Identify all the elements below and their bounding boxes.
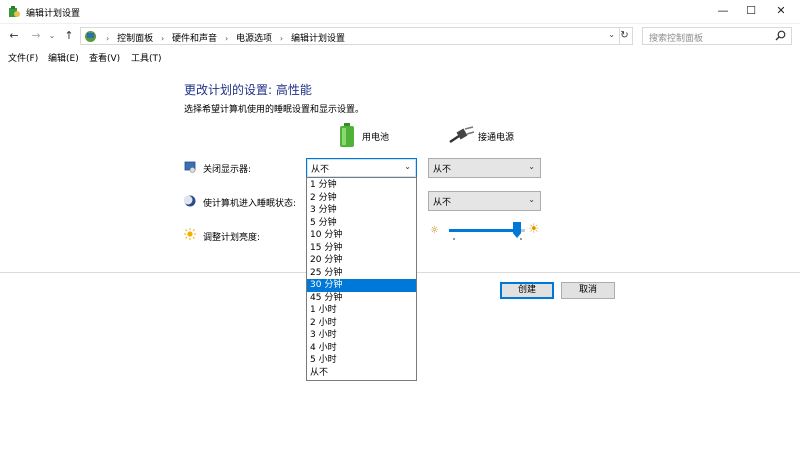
page-title: 更改计划的设置: 高性能	[184, 83, 312, 97]
create-button[interactable]: 创建	[500, 282, 554, 299]
menu-view[interactable]: 查看(V)	[89, 51, 120, 64]
control-panel-icon	[85, 31, 96, 42]
dropdown-option[interactable]: 5 小时	[307, 354, 416, 367]
chevron-right-icon[interactable]: ›	[161, 34, 164, 43]
chevron-right-icon[interactable]: ›	[225, 34, 228, 43]
dropdown-option[interactable]: 3 分钟	[307, 204, 416, 217]
selected-value: 从不	[433, 198, 452, 208]
selected-value: 从不	[433, 165, 452, 175]
window-title: 编辑计划设置	[26, 9, 81, 19]
close-button[interactable]: ✕	[766, 0, 796, 24]
dropdown-option[interactable]: 4 小时	[307, 342, 416, 355]
dropdown-option[interactable]: 30 分钟	[307, 279, 416, 292]
dropdown-option[interactable]: 1 分钟	[307, 179, 416, 192]
display-off-battery-select[interactable]: 从不 ⌄	[306, 158, 417, 178]
dropdown-option[interactable]: 15 分钟	[307, 242, 416, 255]
dropdown-option[interactable]: 2 小时	[307, 317, 416, 330]
brightness-icon	[184, 228, 196, 240]
dropdown-option[interactable]: 从不	[307, 367, 416, 380]
address-bar[interactable]: › 控制面板 › 硬件和声音 › 电源选项 › 编辑计划设置 ⌄	[80, 27, 620, 45]
address-toolbar: ← → ⌄ ↑ › 控制面板 › 硬件和声音 › 电源选项 › 编辑计划设置 ⌄…	[0, 24, 800, 48]
dropdown-option[interactable]: 1 小时	[307, 304, 416, 317]
back-button[interactable]: ←	[6, 28, 22, 44]
breadcrumb-hardware-sound[interactable]: 硬件和声音	[172, 34, 217, 44]
menu-tools[interactable]: 工具(T)	[131, 51, 162, 64]
brightness-slider-thumb[interactable]	[513, 222, 521, 238]
minimize-button[interactable]: —	[708, 0, 738, 24]
turn-off-display-label: 关闭显示器:	[203, 165, 252, 175]
sleep-label: 使计算机进入睡眠状态:	[203, 199, 297, 209]
brightness-slider-fill	[449, 229, 518, 232]
dropdown-option[interactable]: 5 分钟	[307, 217, 416, 230]
breadcrumb-power-options[interactable]: 电源选项	[236, 34, 272, 44]
dropdown-option[interactable]: 2 分钟	[307, 192, 416, 205]
chevron-down-icon[interactable]: ⌄	[608, 30, 615, 39]
chevron-down-icon: ⌄	[528, 195, 535, 204]
power-plug-icon	[449, 126, 475, 144]
page-subtitle: 选择希望计算机使用的睡眠设置和显示设置。	[184, 105, 365, 115]
chevron-down-icon: ⌄	[528, 162, 535, 171]
menu-file[interactable]: 文件(F)	[8, 51, 38, 64]
display-off-dropdown-list: 1 分钟 2 分钟 3 分钟 5 分钟 10 分钟 15 分钟 20 分钟 25 分钟 30 分…	[306, 177, 417, 381]
breadcrumb: › 控制面板 › 硬件和声音 › 电源选项 › 编辑计划设置	[101, 31, 345, 44]
menu-bar: 文件(F) 编辑(E) 查看(V) 工具(T)	[0, 48, 800, 66]
cancel-button[interactable]: 取消	[561, 282, 615, 299]
display-off-plugged-select[interactable]: 从不 ⌄	[428, 158, 541, 178]
up-button[interactable]: ↑	[61, 28, 77, 44]
search-placeholder: 搜索控制面板	[649, 34, 704, 44]
breadcrumb-edit-plan[interactable]: 编辑计划设置	[291, 34, 345, 44]
refresh-button[interactable]: ↻	[617, 27, 633, 45]
forward-button[interactable]: →	[28, 28, 44, 44]
display-icon	[184, 161, 196, 173]
search-icon	[775, 30, 786, 41]
title-bar: 编辑计划设置 — ☐ ✕	[0, 0, 800, 24]
sleep-moon-icon	[184, 195, 196, 207]
search-input[interactable]: 搜索控制面板	[642, 27, 792, 45]
dropdown-option[interactable]: 20 分钟	[307, 254, 416, 267]
dropdown-option[interactable]: 10 分钟	[307, 229, 416, 242]
recent-locations-button[interactable]: ⌄	[44, 28, 60, 44]
selected-value: 从不	[311, 165, 330, 175]
column-plugged-in-label: 接通电源	[478, 133, 515, 143]
brightness-low-icon: ☼	[430, 225, 439, 236]
chevron-right-icon: ›	[106, 34, 110, 43]
maximize-button[interactable]: ☐	[736, 0, 766, 24]
dropdown-option[interactable]: 25 分钟	[307, 267, 416, 280]
chevron-right-icon[interactable]: ›	[280, 34, 283, 43]
brightness-label: 调整计划亮度:	[203, 233, 261, 243]
battery-icon	[340, 123, 354, 147]
slider-tick	[453, 238, 455, 240]
menu-edit[interactable]: 编辑(E)	[48, 51, 79, 64]
dropdown-option[interactable]: 45 分钟	[307, 292, 416, 305]
column-battery-label: 用电池	[362, 133, 390, 143]
chevron-down-icon: ⌄	[404, 162, 411, 171]
sleep-plugged-select[interactable]: 从不 ⌄	[428, 191, 541, 211]
breadcrumb-control-panel[interactable]: 控制面板	[117, 34, 153, 44]
power-options-icon	[9, 6, 20, 17]
brightness-high-icon: ☀	[528, 222, 540, 237]
dropdown-option[interactable]: 3 小时	[307, 329, 416, 342]
slider-tick	[520, 238, 522, 240]
